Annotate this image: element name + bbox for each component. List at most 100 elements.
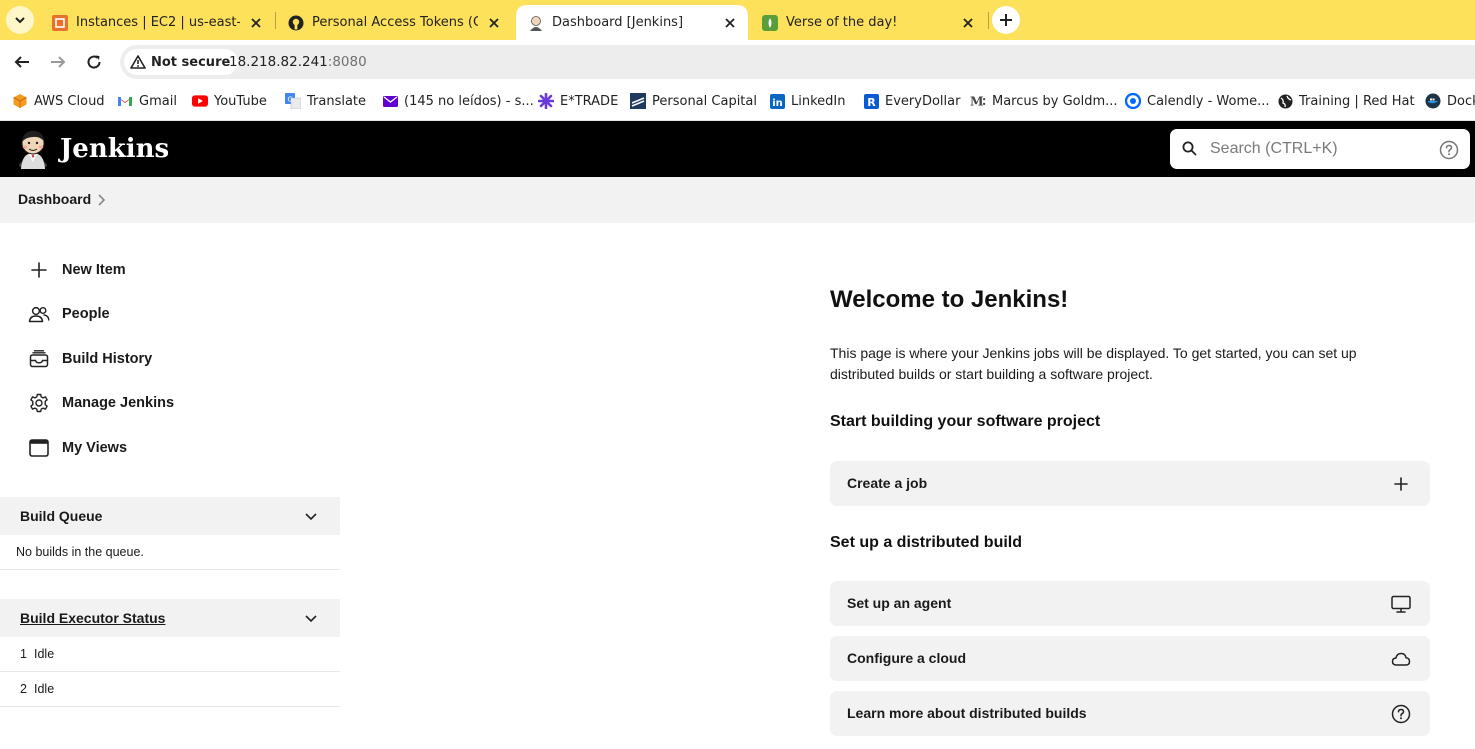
chevron-down-icon	[15, 17, 25, 24]
arrow-left-icon	[14, 56, 29, 68]
warning-icon	[130, 55, 146, 69]
sidebar-item-my-views[interactable]: My Views	[28, 435, 127, 461]
executor-row: 1 Idle	[0, 637, 340, 672]
close-icon[interactable]	[722, 15, 738, 31]
bookmark-everydollar[interactable]: R EveryDollar	[863, 92, 960, 110]
bookmark-label: Personal Capital	[652, 93, 757, 109]
bookmark-gmail[interactable]: Gmail	[117, 92, 177, 110]
sidebar-item-build-history[interactable]: Build History	[28, 346, 152, 372]
tab-ec2-instances[interactable]: Instances | EC2 | us-east-2	[40, 5, 274, 40]
bookmarks-bar: AWS Cloud Gmail YouTube G Translate (145…	[0, 84, 1475, 121]
breadcrumb-dashboard[interactable]: Dashboard	[18, 191, 91, 207]
bookmark-label: EveryDollar	[885, 93, 961, 109]
bookmark-label: Translate	[307, 93, 367, 109]
bookmark-label: AWS Cloud	[34, 93, 105, 109]
chevron-down-icon[interactable]	[304, 611, 318, 625]
bookmark-youtube[interactable]: YouTube	[192, 92, 267, 110]
cloud-icon	[1390, 648, 1412, 670]
tab-verse-of-the-day[interactable]: Verse of the day!	[750, 5, 986, 40]
bookmark-marcus[interactable]: M Marcus by Goldm...	[970, 92, 1118, 110]
sidebar-item-label: New Item	[62, 262, 126, 278]
help-icon[interactable]	[1439, 140, 1459, 160]
bookmark-docker[interactable]: Dock	[1425, 92, 1475, 110]
build-history-icon	[28, 348, 50, 370]
executor-number: 2	[20, 682, 27, 696]
people-icon	[28, 303, 50, 325]
chevron-down-icon[interactable]	[304, 509, 318, 523]
sidebar-item-manage-jenkins[interactable]: Manage Jenkins	[28, 390, 174, 416]
close-icon[interactable]	[486, 15, 502, 31]
search-box[interactable]	[1170, 129, 1470, 169]
bookmark-translate[interactable]: G Translate	[285, 92, 366, 110]
linkedin-icon: in	[769, 93, 785, 109]
aws-icon	[52, 14, 68, 31]
svg-text:in: in	[772, 98, 783, 109]
breadcrumb: Dashboard	[0, 177, 1475, 223]
setup-agent-button[interactable]: Set up an agent	[830, 581, 1430, 626]
gear-icon	[28, 392, 50, 414]
mail-icon	[382, 93, 398, 109]
address-bar[interactable]: Not secure 18.218.82.241:8080	[120, 45, 1475, 79]
new-tab-button[interactable]	[992, 6, 1020, 34]
bookmark-label: Dock	[1447, 93, 1475, 109]
globe-icon	[1277, 93, 1293, 109]
sidebar-item-label: My Views	[62, 440, 128, 456]
gmail-icon	[117, 93, 133, 109]
jenkins-home-link[interactable]: Jenkins	[17, 128, 169, 170]
section-title-build-project: Start building your software project	[830, 413, 1101, 430]
build-queue-empty-row: No builds in the queue.	[0, 535, 340, 570]
reload-button[interactable]	[82, 50, 106, 74]
bookmark-label: E*TRADE	[560, 93, 619, 109]
executor-status: Idle	[34, 647, 55, 661]
bookmark-etrade[interactable]: E*TRADE	[538, 92, 618, 110]
build-executor-status-title[interactable]: Build Executor Status	[20, 610, 165, 626]
learn-more-label: Learn more about distributed builds	[847, 705, 1087, 721]
bible-app-icon	[762, 14, 778, 31]
bookmark-label: Training | Red Hat	[1299, 93, 1415, 109]
security-chip[interactable]: Not secure	[124, 49, 239, 75]
sidebar-item-new-item[interactable]: New Item	[28, 257, 126, 283]
browser-toolbar: Not secure 18.218.82.241:8080	[0, 40, 1475, 84]
forward-button[interactable]	[46, 50, 70, 74]
welcome-description: This page is where your Jenkins jobs wil…	[830, 345, 1357, 382]
build-queue-empty-text: No builds in the queue.	[16, 545, 144, 559]
url-text[interactable]: 18.218.82.241:8080	[229, 54, 367, 70]
setup-agent-label: Set up an agent	[847, 595, 952, 611]
tab-personal-access-tokens[interactable]: Personal Access Tokens (Cla	[276, 5, 512, 40]
bookmark-red-hat-training[interactable]: Training | Red Hat	[1277, 92, 1415, 110]
bookmark-label: (145 no leídos) - s...	[404, 93, 534, 109]
build-queue-header[interactable]: Build Queue	[0, 497, 340, 535]
tab-label: Dashboard [Jenkins]	[552, 15, 684, 30]
bookmark-label: Gmail	[139, 93, 177, 109]
create-job-button[interactable]: Create a job	[830, 461, 1430, 506]
tab-jenkins-dashboard[interactable]: Dashboard [Jenkins]	[516, 5, 748, 40]
back-button[interactable]	[10, 50, 34, 74]
section-title-distributed-build: Set up a distributed build	[830, 534, 1022, 551]
search-input[interactable]	[1210, 137, 1430, 161]
calendly-icon	[1125, 93, 1141, 109]
tab-label: Verse of the day!	[786, 15, 898, 30]
tab-search-button[interactable]	[6, 6, 34, 34]
build-queue-title: Build Queue	[20, 508, 103, 524]
bookmark-calendly[interactable]: Calendly - Wome...	[1125, 92, 1270, 110]
sidebar-item-people[interactable]: People	[28, 301, 110, 327]
executor-row: 2 Idle	[0, 672, 340, 707]
etrade-icon	[538, 93, 554, 109]
bookmark-linkedin[interactable]: in LinkedIn	[769, 92, 845, 110]
tab-label: Instances | EC2 | us-east-2	[76, 15, 240, 30]
configure-cloud-button[interactable]: Configure a cloud	[830, 636, 1430, 681]
svg-text:R: R	[867, 96, 876, 109]
docker-icon	[1425, 93, 1441, 109]
close-icon[interactable]	[248, 15, 264, 31]
bookmark-yahoo-mail[interactable]: (145 no leídos) - s...	[382, 92, 534, 110]
bookmark-personal-capital[interactable]: Personal Capital	[630, 92, 757, 110]
build-executor-status-header[interactable]: Build Executor Status	[0, 599, 340, 637]
plus-icon	[1000, 14, 1012, 26]
sidebar-item-label: Build History	[62, 351, 153, 367]
chevron-right-icon[interactable]	[96, 193, 106, 207]
learn-more-distributed-builds-link[interactable]: Learn more about distributed builds	[830, 691, 1430, 736]
jenkins-logo-icon	[17, 129, 50, 169]
monitor-icon	[1390, 593, 1412, 615]
bookmark-aws-cloud[interactable]: AWS Cloud	[12, 92, 105, 110]
close-icon[interactable]	[960, 15, 976, 31]
